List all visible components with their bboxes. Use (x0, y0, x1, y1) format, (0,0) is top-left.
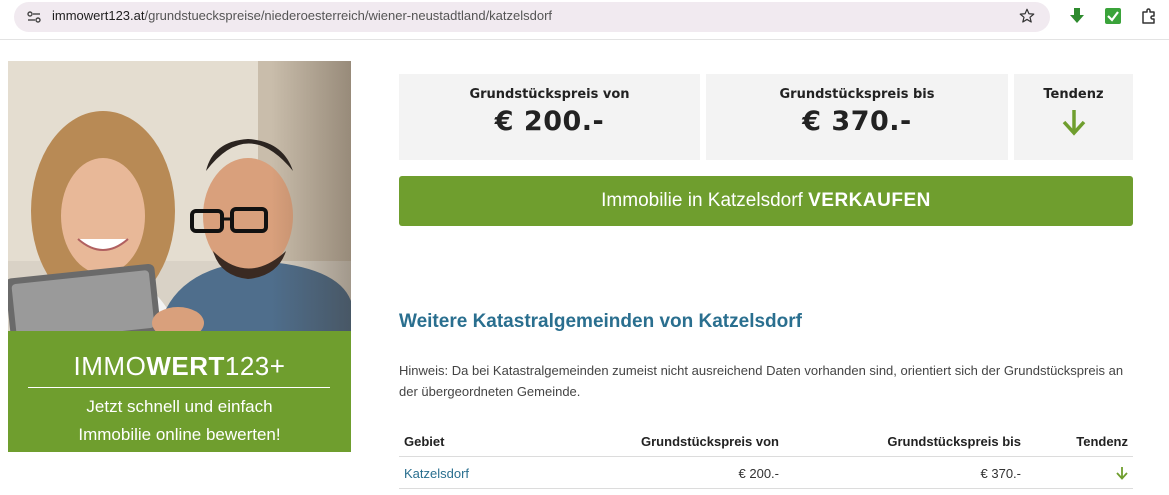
header-area: Gebiet (404, 434, 445, 449)
valuation-promo-banner[interactable]: IMMOWERT123+ Jetzt schnell und einfach I… (8, 61, 351, 452)
browser-toolbar: immowert123.at/grundstueckspreise/nieder… (0, 0, 1169, 40)
trend-label: Tendenz (1043, 87, 1104, 102)
price-from-label: Grundstückspreis von (469, 87, 630, 102)
header-trend: Tendenz (1076, 434, 1128, 449)
price-to-box: Grundstückspreis bis € 370.- (706, 74, 1008, 160)
section-title: Weitere Katastralgemeinden von Katzelsdo… (399, 311, 802, 332)
arrow-down-icon (1062, 110, 1085, 136)
bookmark-star-icon[interactable] (1018, 7, 1036, 25)
couple-with-tablet-photo (8, 61, 351, 331)
row-price-from: € 200.- (738, 466, 779, 481)
promo-green-banner: IMMOWERT123+ Jetzt schnell und einfach I… (8, 331, 351, 452)
trend-box: Tendenz (1014, 74, 1133, 160)
arrow-down-icon (1116, 467, 1128, 480)
row-price-to: € 370.- (980, 466, 1021, 481)
url-path: /grundstueckspreise/niederoesterreich/wi… (144, 8, 553, 23)
table-header-row: Gebiet Grundstückspreis von Grundstücksp… (399, 427, 1133, 457)
sell-property-button[interactable]: Immobilie in Katzelsdorf VERKAUFEN (399, 176, 1133, 226)
cadastral-communities-table: Gebiet Grundstückspreis von Grundstücksp… (399, 427, 1133, 489)
slogan-line-1: Jetzt schnell und einfach (86, 397, 273, 416)
logo-part-1: IMMO (73, 351, 147, 381)
address-bar[interactable]: immowert123.at/grundstueckspreise/nieder… (14, 2, 1050, 32)
price-from-value: € 200.- (494, 106, 605, 137)
hint-text: Hinweis: Da bei Katastralgemeinden zumei… (399, 363, 1124, 399)
immowert-logo: IMMOWERT123+ (8, 351, 351, 382)
header-price-from: Grundstückspreis von (641, 434, 779, 449)
sell-button-prefix: Immobilie in Katzelsdorf (601, 190, 809, 211)
price-to-label: Grundstückspreis bis (779, 87, 935, 102)
slogan-line-2: Immobilie online bewerten! (78, 425, 281, 444)
site-settings-icon[interactable] (26, 9, 42, 25)
download-extension-icon[interactable] (1068, 7, 1086, 25)
logo-part-2: 123+ (224, 351, 286, 381)
row-trend (1116, 466, 1128, 483)
extensions-puzzle-icon[interactable] (1140, 7, 1158, 25)
url-host: immowert123.at (52, 8, 145, 23)
table-row: Katzelsdorf € 200.- € 370.- (399, 457, 1133, 489)
header-price-to: Grundstückspreis bis (887, 434, 1021, 449)
sell-button-bold: VERKAUFEN (808, 190, 931, 211)
logo-divider (28, 387, 330, 388)
promo-slogan: Jetzt schnell und einfach Immobilie onli… (8, 393, 351, 449)
price-from-box: Grundstückspreis von € 200.- (399, 74, 700, 160)
price-to-value: € 370.- (802, 106, 912, 137)
area-link[interactable]: Katzelsdorf (404, 466, 469, 481)
url-text[interactable]: immowert123.at/grundstueckspreise/nieder… (52, 8, 552, 23)
checkbox-extension-icon[interactable] (1104, 7, 1122, 25)
logo-part-bold: WERT (146, 351, 225, 381)
